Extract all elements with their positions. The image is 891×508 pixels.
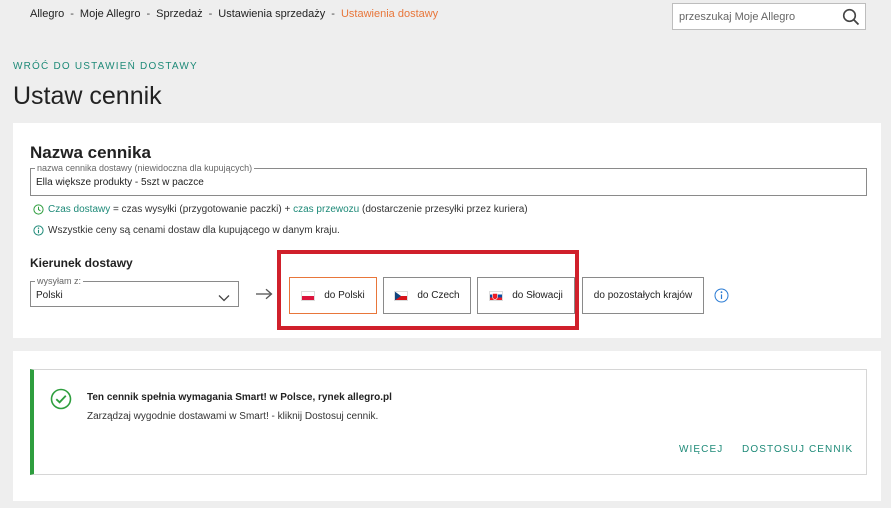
country-button-slovakia[interactable]: do Słowacji <box>477 277 575 314</box>
transport-time-text: (dostarczenie przesyłki przez kuriera) <box>359 204 528 215</box>
price-list-card: Nazwa cennika nazwa cennika dostawy (nie… <box>13 123 881 338</box>
delivery-time-link[interactable]: Czas dostawy <box>48 204 110 215</box>
info-circle-icon[interactable] <box>714 288 729 308</box>
delivery-time-info: Czas dostawy = czas wysyłki (przygotowan… <box>33 204 528 215</box>
flag-sk-icon <box>489 290 504 301</box>
breadcrumb-separator: - <box>70 8 74 20</box>
breadcrumb: Allegro - Moje Allegro - Sprzedaż - Usta… <box>30 8 438 20</box>
breadcrumb-separator: - <box>208 8 213 20</box>
country-button-other[interactable]: do pozostałych krajów <box>582 277 704 314</box>
section-title-name: Nazwa cennika <box>30 143 151 162</box>
country-button-czech[interactable]: do Czech <box>383 277 471 314</box>
prices-info-text: Wszystkie ceny są cenami dostaw dla kupu… <box>48 225 340 236</box>
smart-notice-title: Ten cennik spełnia wymagania Smart! w Po… <box>87 392 392 403</box>
chevron-down-icon <box>218 289 230 307</box>
breadcrumb-current: Ustawienia dostawy <box>340 8 439 20</box>
country-label-slovakia: do Słowacji <box>512 290 563 301</box>
country-label-czech: do Czech <box>417 290 460 301</box>
breadcrumb-separator: - <box>331 8 335 20</box>
search-icon[interactable] <box>841 7 861 27</box>
prices-info: Wszystkie ceny są cenami dostaw dla kupu… <box>33 225 340 236</box>
country-label-other: do pozostałych krajów <box>593 290 693 301</box>
price-list-name-field[interactable]: nazwa cennika dostawy (niewidoczna dla k… <box>30 163 867 196</box>
transport-time-link[interactable]: czas przewozu <box>293 204 359 215</box>
search-box <box>672 3 866 30</box>
search-input[interactable] <box>673 4 833 29</box>
flag-cz-icon <box>394 290 409 301</box>
ship-from-select[interactable]: wysyłam z: Polski <box>30 276 239 307</box>
breadcrumb-item-sprzedaz[interactable]: Sprzedaż <box>156 8 202 20</box>
adjust-price-list-link[interactable]: DOSTOSUJ CENNIK <box>742 444 853 455</box>
breadcrumb-item-moje-allegro[interactable]: Moje Allegro <box>80 8 141 20</box>
back-to-delivery-settings-link[interactable]: WRÓĆ DO USTAWIEŃ DOSTAWY <box>13 61 198 72</box>
breadcrumb-separator: - <box>146 8 151 20</box>
ship-from-value: Polski <box>36 290 63 301</box>
more-link[interactable]: WIĘCEJ <box>679 444 723 455</box>
clock-icon <box>33 204 44 215</box>
price-list-name-label: nazwa cennika dostawy (niewidoczna dla k… <box>35 163 255 173</box>
ship-from-label: wysyłam z: <box>35 276 84 286</box>
smart-card: Ten cennik spełnia wymagania Smart! w Po… <box>13 351 881 501</box>
smart-notice: Ten cennik spełnia wymagania Smart! w Po… <box>30 369 867 475</box>
delivery-time-text: = czas wysyłki (przygotowanie paczki) + <box>110 204 294 215</box>
arrow-right-icon <box>255 287 273 305</box>
country-label-poland: do Polski <box>324 290 365 301</box>
smart-notice-description: Zarządzaj wygodnie dostawami w Smart! - … <box>87 411 379 422</box>
flag-pl-icon <box>301 290 316 301</box>
country-button-poland[interactable]: do Polski <box>289 277 377 314</box>
price-list-name-value: Ella większe produkty - 5szt w paczce <box>36 177 204 188</box>
delivery-direction-title: Kierunek dostawy <box>30 256 133 270</box>
page-title: Ustaw cennik <box>13 82 162 110</box>
breadcrumb-item-ustawienia-sprzedazy[interactable]: Ustawienia sprzedaży <box>218 8 325 20</box>
check-circle-icon <box>50 388 72 415</box>
info-icon <box>33 225 44 236</box>
breadcrumb-item-allegro[interactable]: Allegro <box>30 8 64 20</box>
